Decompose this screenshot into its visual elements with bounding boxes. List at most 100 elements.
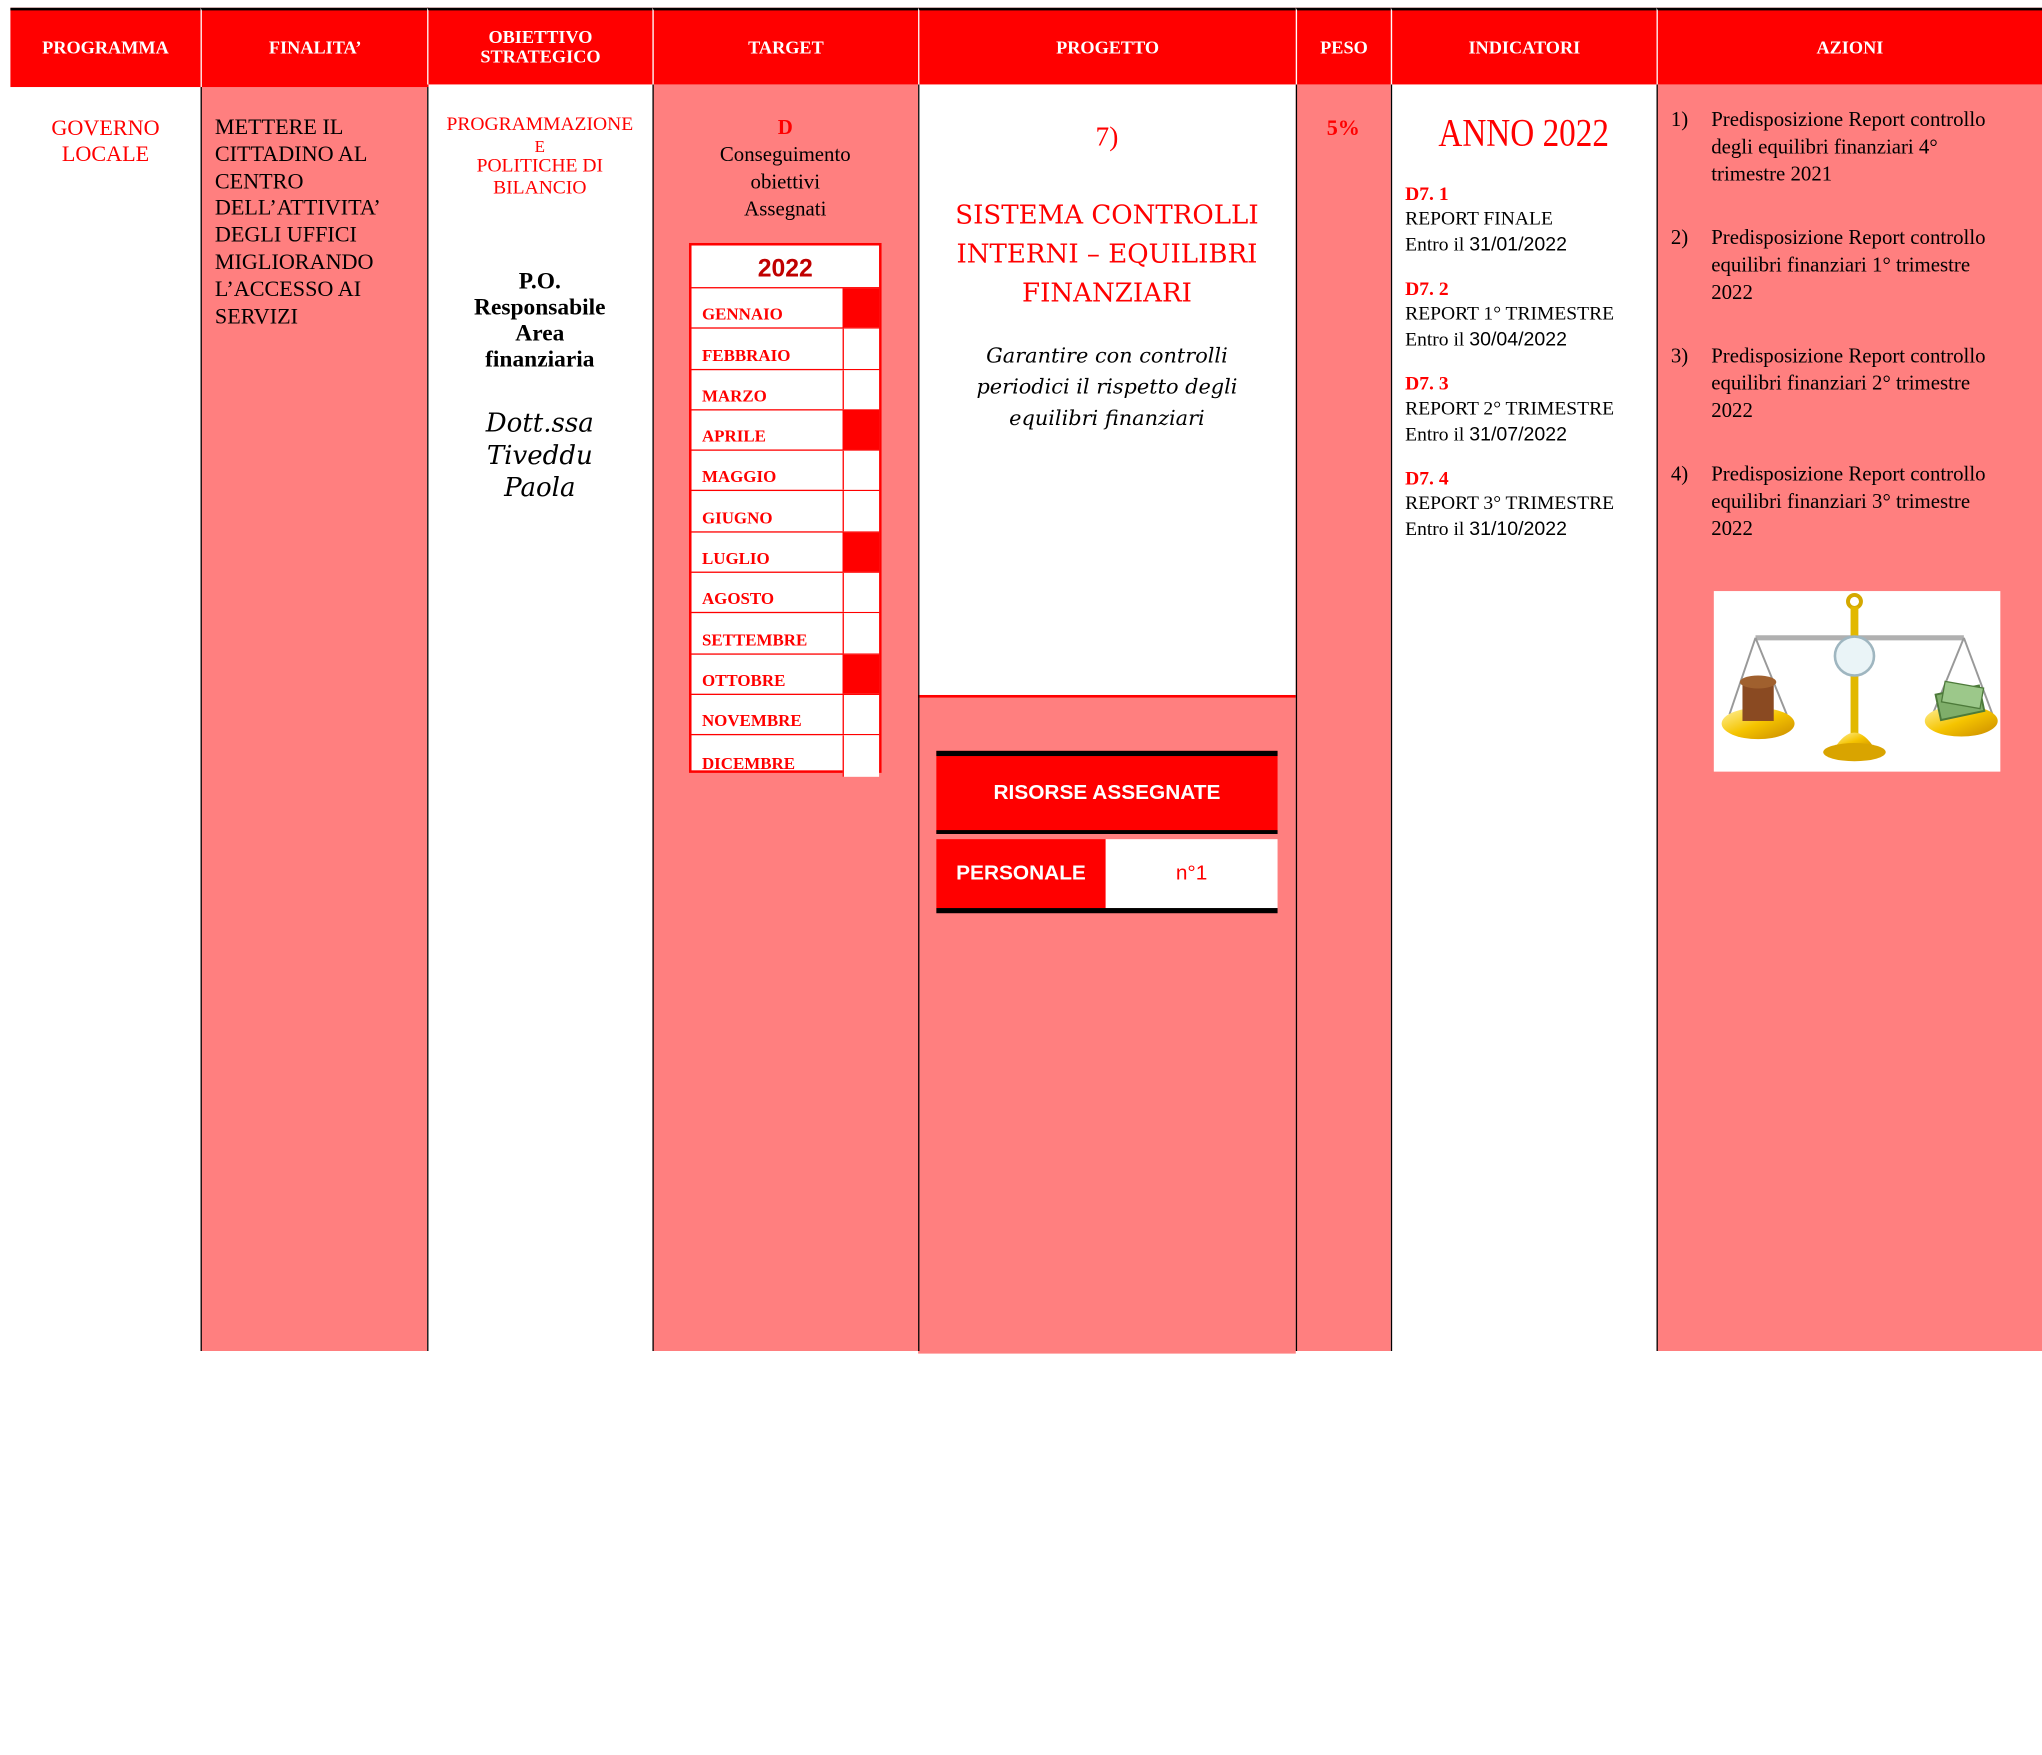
progetto-title-line: SISTEMA CONTROLLI	[955, 198, 1259, 230]
azione-line: 2022	[1711, 400, 1753, 423]
obiettivo-area-line: E	[534, 135, 545, 156]
azione-line: equilibri finanziari 2° trimestre	[1711, 372, 1971, 395]
obiettivo-responsabile: P.O. Responsabile Area finanziaria	[427, 268, 652, 372]
obiettivo-resp-line: P.O.	[518, 267, 561, 294]
month-name: NOVEMBRE	[701, 710, 802, 731]
obiettivo-name-line: Dott.ssa	[485, 406, 594, 438]
progetto-title-line: FINANZIARI	[1022, 276, 1192, 308]
month-name: FEBBRAIO	[701, 345, 791, 365]
azione-line: equilibri finanziari 3° trimestre	[1711, 491, 1971, 514]
obiettivo-nome: Dott.ssa Tiveddu Paola	[427, 407, 652, 504]
indicator-date: 31/07/2022	[1469, 423, 1567, 446]
azione-number: 1)	[1670, 109, 1689, 132]
header-target: TARGET	[652, 7, 919, 85]
month-marker	[842, 288, 880, 328]
progetto-desc-line: Garantire con controlli	[986, 342, 1228, 368]
header-progetto: PROGETTO	[918, 7, 1296, 85]
indicator-date: 31/01/2022	[1469, 233, 1567, 256]
month-marker	[842, 694, 880, 735]
target-line: obiettivi	[750, 171, 820, 194]
month-marker	[842, 613, 880, 653]
month-marker	[842, 532, 880, 572]
month-name: SETTEMBRE	[701, 629, 808, 650]
indicator-deadline: Entro il 30/04/2022	[1405, 327, 1652, 353]
month-row: SETTEMBRE	[691, 613, 880, 655]
progetto-description: Garantire con controlli periodici il ris…	[918, 340, 1296, 434]
indicator-entro: Entro il	[1405, 329, 1465, 351]
table-sheet: PROGRAMMA FINALITA’ OBIETTIVO STRATEGICO…	[0, 0, 2042, 1354]
risorse-box: RISORSE ASSEGNATE PERSONALE n°1	[936, 750, 1278, 914]
indicator-item: D7. 4 REPORT 3° TRIMESTRE Entro il 31/10/2…	[1405, 469, 1652, 543]
azione-number: 2)	[1670, 227, 1689, 250]
azione-line: trimestre 2021	[1711, 163, 1833, 186]
col-programma-bg	[10, 84, 201, 1351]
obiettivo-name-line: Paola	[504, 471, 576, 503]
indicator-label: REPORT FINALE	[1405, 209, 1553, 230]
header-azioni: AZIONI	[1656, 7, 2042, 85]
month-row: OTTOBRE	[691, 654, 880, 695]
programma-line: GOVERNO	[51, 115, 160, 141]
month-marker	[842, 410, 880, 450]
indicator-deadline: Entro il 31/10/2022	[1405, 517, 1652, 543]
azione-text: Predisposizione Report controllo equilibr…	[1711, 461, 2037, 543]
finalita-line: DELL’ATTIVITA’	[214, 195, 381, 221]
month-name: AGOSTO	[701, 588, 775, 609]
month-marker	[842, 572, 880, 613]
personale-label: PERSONALE	[936, 839, 1106, 909]
month-marker	[842, 654, 880, 694]
month-marker	[842, 329, 880, 369]
finalita-line: CENTRO	[214, 168, 304, 194]
header-peso: PESO	[1295, 7, 1391, 85]
indicator-item: D7. 2 REPORT 1° TRIMESTRE Entro il 30/04/2…	[1405, 279, 1652, 353]
azione-text: Predisposizione Report controllo equilibr…	[1711, 225, 2037, 307]
indicatori-anno: ANNO 2022	[1438, 111, 1610, 155]
progetto-title: SISTEMA CONTROLLI INTERNI – EQUILIBRI FI…	[918, 195, 1296, 312]
header-programma: PROGRAMMA	[10, 7, 201, 88]
indicator-entro: Entro il	[1405, 519, 1465, 541]
month-row: NOVEMBRE	[691, 694, 880, 736]
indicator-date: 31/10/2022	[1469, 518, 1567, 541]
month-name: DICEMBRE	[701, 752, 796, 773]
month-row: GENNAIO	[691, 288, 880, 330]
header-obiettivo-label: OBIETTIVO STRATEGICO	[480, 28, 601, 68]
target-code: D	[777, 116, 793, 139]
month-row: AGOSTO	[691, 572, 880, 614]
month-marker	[842, 491, 880, 532]
indicator-item: D7. 1 REPORT FINALE Entro il 31/01/2022	[1405, 184, 1652, 258]
indicator-deadline: Entro il 31/07/2022	[1405, 422, 1652, 448]
indicator-label: REPORT 3° TRIMESTRE	[1405, 493, 1615, 515]
month-name: LUGLIO	[701, 548, 770, 568]
target-line: Assegnati	[744, 198, 827, 221]
indicator-code: D7. 3	[1405, 374, 1449, 395]
indicator-entro: Entro il	[1405, 424, 1465, 446]
header-indicatori: INDICATORI	[1390, 7, 1657, 85]
progetto-number: 7)	[1095, 120, 1119, 152]
obiettivo-name-line: Tiveddu	[486, 439, 593, 471]
azione-line: 2022	[1711, 518, 1753, 541]
azione-line: Predisposizione Report controllo	[1711, 463, 1986, 486]
progetto-desc-line: equilibri finanziari	[1009, 405, 1205, 430]
azione-line: Predisposizione Report controllo	[1711, 227, 1986, 250]
month-row: APRILE	[691, 410, 880, 452]
month-row: DICEMBRE	[692, 735, 880, 777]
months-calendar: 2022 GENNAIO FEBBRAIO MARZO APRILE MAGGIO GIU…	[688, 242, 882, 777]
month-name: OTTOBRE	[701, 670, 786, 690]
indicator-code: D7. 1	[1405, 184, 1449, 206]
indicator-entro: Entro il	[1405, 235, 1465, 256]
obiettivo-resp-line: finanziaria	[485, 345, 595, 372]
document: PROGRAMMA FINALITA’ OBIETTIVO STRATEGICO…	[0, 0, 2042, 1755]
indicator-date: 30/04/2022	[1469, 328, 1567, 351]
azione-number: 4)	[1670, 463, 1689, 486]
azione-text: Predisposizione Report controllo equilibr…	[1711, 343, 2037, 425]
risorse-header: RISORSE ASSEGNATE	[936, 750, 1278, 834]
personale-value: n°1	[1105, 839, 1278, 909]
peso-value: 5%	[1326, 115, 1360, 141]
target-cell: D Conseguimento obiettivi Assegnati	[652, 114, 918, 223]
programma-line: LOCALE	[61, 141, 150, 167]
months-year: 2022	[691, 246, 880, 289]
target-line: Conseguimento	[719, 144, 851, 167]
month-name: GENNAIO	[701, 304, 783, 324]
indicator-label: REPORT 1° TRIMESTRE	[1405, 303, 1615, 325]
indicator-code: D7. 4	[1405, 468, 1449, 490]
progetto-title-line: INTERNI – EQUILIBRI	[956, 237, 1258, 269]
